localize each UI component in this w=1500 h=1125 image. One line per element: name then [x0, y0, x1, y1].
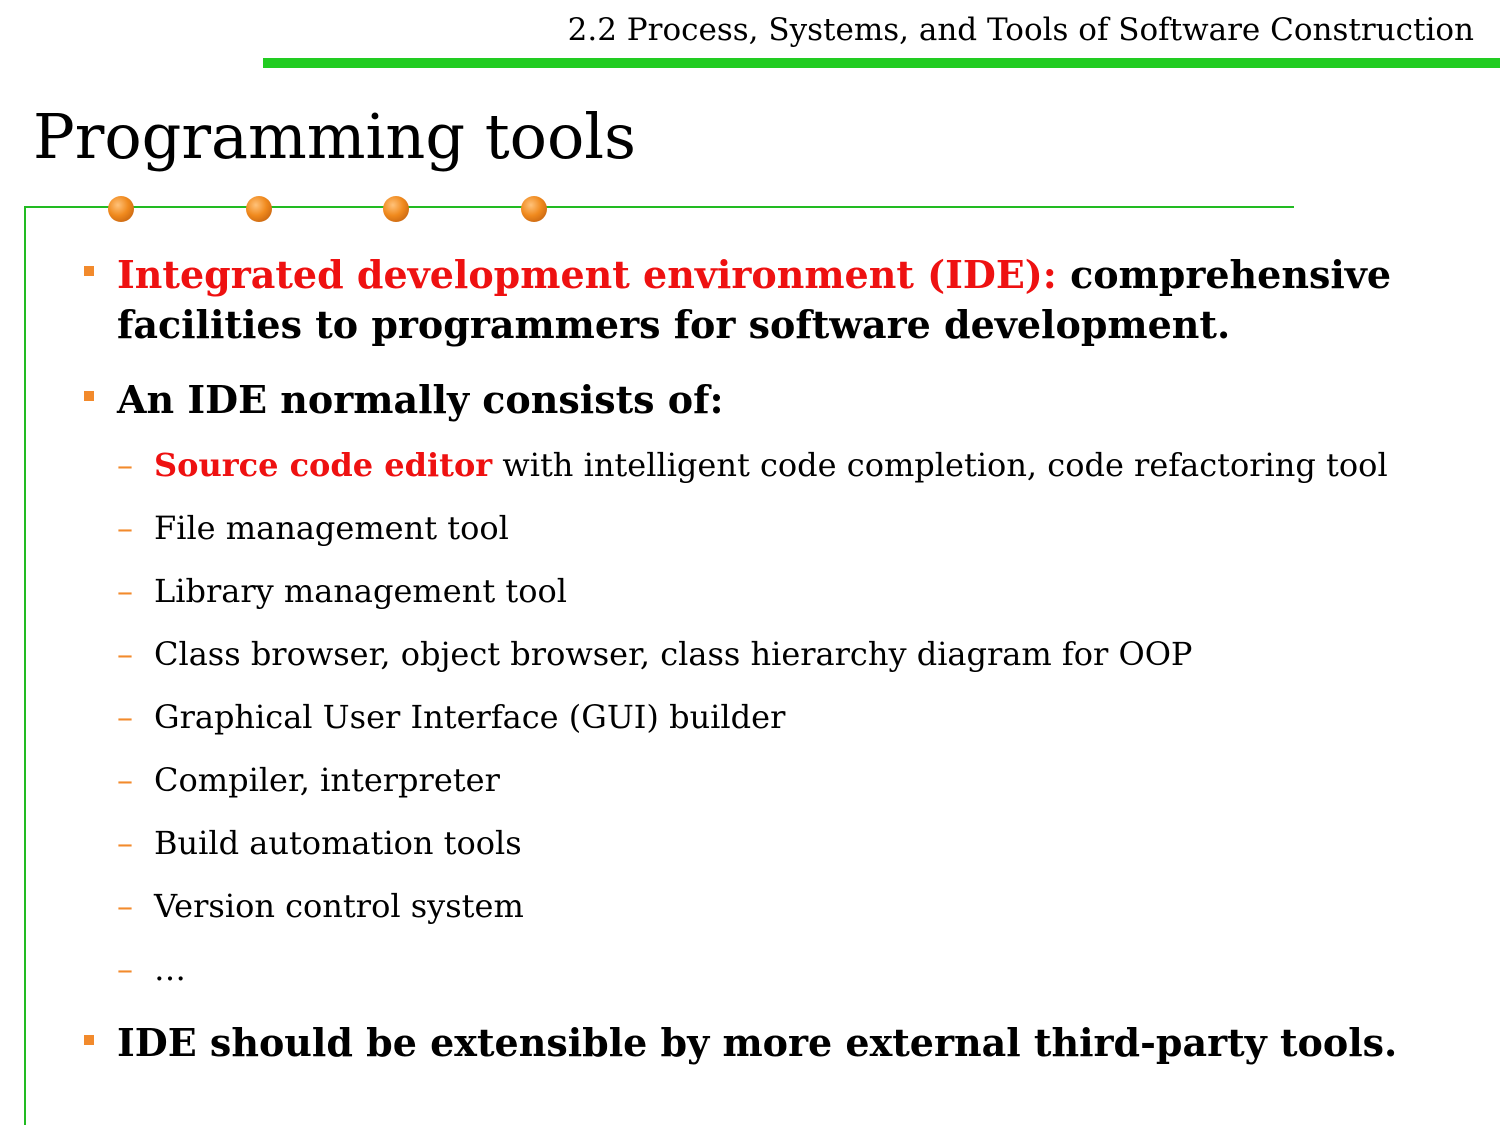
dash-bullet-icon: –	[117, 572, 133, 610]
dash-bullet-icon: –	[117, 698, 133, 736]
sub-item-build-automation: Build automation tools	[154, 824, 522, 862]
sub-item-class-browser: Class browser, object browser, class hie…	[154, 635, 1193, 673]
header-green-bar	[263, 58, 1500, 68]
frame-left-line	[24, 206, 26, 1125]
ide-term: Integrated development environment (IDE)…	[117, 252, 1057, 297]
ide-definition-line2: facilities to programmers for software d…	[117, 302, 1231, 347]
source-code-editor-term: Source code editor	[154, 446, 493, 484]
frame-top-line	[24, 206, 1294, 208]
sub-item-ellipsis: …	[154, 950, 186, 988]
dash-bullet-icon: –	[117, 824, 133, 862]
bullet-ide-consists: An IDE normally consists of:	[117, 377, 724, 422]
dash-bullet-icon: –	[117, 950, 133, 988]
source-code-editor-desc: with intelligent code completion, code r…	[492, 446, 1388, 484]
orange-dot-decoration	[108, 196, 134, 222]
dash-bullet-icon: –	[117, 446, 133, 484]
orange-dot-decoration	[383, 196, 409, 222]
square-bullet-icon	[84, 1035, 94, 1045]
sub-item-gui-builder: Graphical User Interface (GUI) builder	[154, 698, 786, 736]
orange-dot-decoration	[246, 196, 272, 222]
sub-item-file-management: File management tool	[154, 509, 509, 547]
bullet-ide-definition-line1: Integrated development environment (IDE)…	[117, 250, 1391, 300]
ide-definition-part1: comprehensive	[1070, 252, 1392, 297]
dash-bullet-icon: –	[117, 887, 133, 925]
square-bullet-icon	[84, 266, 94, 276]
dash-bullet-icon: –	[117, 761, 133, 799]
dash-bullet-icon: –	[117, 509, 133, 547]
section-header-title: 2.2 Process, Systems, and Tools of Softw…	[567, 12, 1474, 48]
slide-title: Programming tools	[33, 100, 636, 173]
sub-item-compiler: Compiler, interpreter	[154, 761, 500, 799]
sub-item-source-code-editor: Source code editor with intelligent code…	[154, 446, 1388, 484]
bullet-ide-extensible: IDE should be extensible by more externa…	[117, 1020, 1398, 1065]
square-bullet-icon	[84, 391, 94, 401]
sub-item-library-management: Library management tool	[154, 572, 567, 610]
dash-bullet-icon: –	[117, 635, 133, 673]
orange-dot-decoration	[521, 196, 547, 222]
sub-item-version-control: Version control system	[154, 887, 524, 925]
